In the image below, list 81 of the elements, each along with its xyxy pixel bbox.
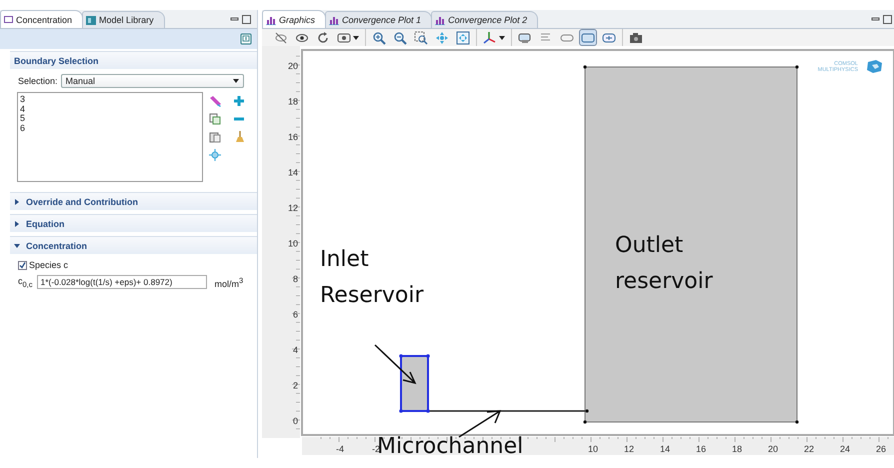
panel-tab[interactable]: Convergence Plot 1	[325, 11, 432, 28]
section-header[interactable]: Override and Contribution	[10, 192, 257, 210]
help-book-icon[interactable]	[240, 33, 252, 45]
plot-icon	[266, 14, 276, 24]
expanded-triangle-icon[interactable]	[14, 242, 20, 248]
paste-icon[interactable]	[209, 131, 221, 143]
axis-tick-label: 14	[660, 444, 670, 454]
checkbox-label: Species c	[29, 260, 68, 270]
list-item[interactable]: 4	[20, 104, 200, 114]
toolbar-button[interactable]	[481, 29, 507, 46]
refresh-icon	[316, 30, 330, 44]
maximize-icon[interactable]	[883, 15, 892, 24]
inlet-reservoir-rectangle[interactable]	[400, 355, 429, 412]
axis-tick-label: -4	[336, 444, 344, 454]
selection-dropdown[interactable]: Manual	[60, 74, 244, 88]
annotation-label: Inlet Reservoir	[320, 246, 424, 310]
point-select-icon	[581, 30, 595, 44]
zoom-selected-icon[interactable]	[209, 149, 221, 161]
axis-tick-label: 12	[288, 203, 298, 213]
arrow	[374, 344, 416, 384]
axis-tick-label: 18	[732, 444, 742, 454]
list-item[interactable]: 3	[20, 95, 200, 104]
axis-tick-label: 6	[292, 310, 298, 320]
checkbox[interactable]	[18, 260, 27, 270]
caret-icon	[353, 36, 359, 40]
panel-tab[interactable]: Concentration	[0, 10, 84, 28]
axis-tick-label: 2	[292, 380, 298, 390]
axis-tick-label: 20	[768, 444, 778, 454]
plus-icon[interactable]	[233, 95, 245, 107]
expression-field[interactable]: 1*(-0.028*log(t(1/s) +eps)+ 0.8972)	[36, 275, 207, 289]
rectangle-icon	[4, 16, 13, 23]
plot-icon	[435, 15, 446, 25]
brush-icon[interactable]	[209, 95, 221, 107]
section-header[interactable]: Boundary Selection	[10, 51, 257, 69]
unit-label: mol/m$^{3}$	[214, 276, 244, 288]
panel-tab[interactable]: Graphics	[262, 10, 326, 28]
move-icon	[435, 30, 449, 44]
caret-icon	[499, 36, 505, 40]
axes-icon	[483, 30, 497, 44]
collapsed-triangle-icon[interactable]	[14, 220, 20, 226]
domain-select-icon	[518, 30, 532, 44]
arrow	[458, 410, 502, 438]
list-item[interactable]: 6	[20, 124, 200, 133]
outlet-reservoir-rectangle[interactable]	[584, 66, 798, 422]
plot-icon	[329, 15, 340, 25]
section-header[interactable]: Concentration	[10, 236, 257, 254]
cube-logo-icon	[867, 60, 882, 73]
axis-tick-label: 4	[292, 345, 298, 355]
axis-tick-label: 26	[876, 444, 886, 454]
selection-label: Selection:	[18, 76, 58, 86]
zoom-box-icon	[414, 30, 428, 44]
eye-slash-icon	[274, 30, 288, 44]
book-icon	[86, 16, 96, 24]
axis-tick-label: 0	[292, 416, 298, 426]
caret-icon	[232, 79, 239, 83]
broom-icon[interactable]	[233, 131, 245, 143]
axis-tick-label: 8	[292, 274, 298, 284]
panel-tab[interactable]: Model Library	[82, 11, 165, 28]
maximize-icon[interactable]	[242, 15, 251, 24]
symbol-label: c$_{0,c}$	[18, 276, 33, 288]
axis-tick-label: 18	[288, 96, 298, 106]
axis-tick-label: -2	[372, 444, 380, 454]
axis-tick-label: 12	[624, 444, 634, 454]
axis-tick-label: 20	[288, 61, 298, 71]
axis-tick-label: 14	[288, 168, 298, 178]
section-header[interactable]: Equation	[10, 214, 257, 232]
list-item[interactable]: 5	[20, 114, 200, 124]
axis-tick-label: 22	[804, 444, 814, 454]
axis-tick-label: 24	[840, 444, 850, 454]
panel-tab[interactable]: Convergence Plot 2	[431, 11, 538, 28]
axis-tick-label: 16	[696, 444, 706, 454]
camera-icon	[629, 30, 643, 44]
channel-line[interactable]	[429, 410, 585, 412]
axis-tick-label: 10	[588, 444, 598, 454]
boundary-list[interactable]: 3 4 5 6	[17, 92, 203, 182]
annotation-label: Outlet reservoir	[615, 232, 713, 296]
axis-tick-label: 10	[288, 238, 298, 248]
axis-tick-label: 16	[288, 132, 298, 142]
copy-icon[interactable]	[209, 113, 221, 125]
collapsed-triangle-icon[interactable]	[14, 198, 20, 204]
check-icon	[19, 262, 26, 268]
